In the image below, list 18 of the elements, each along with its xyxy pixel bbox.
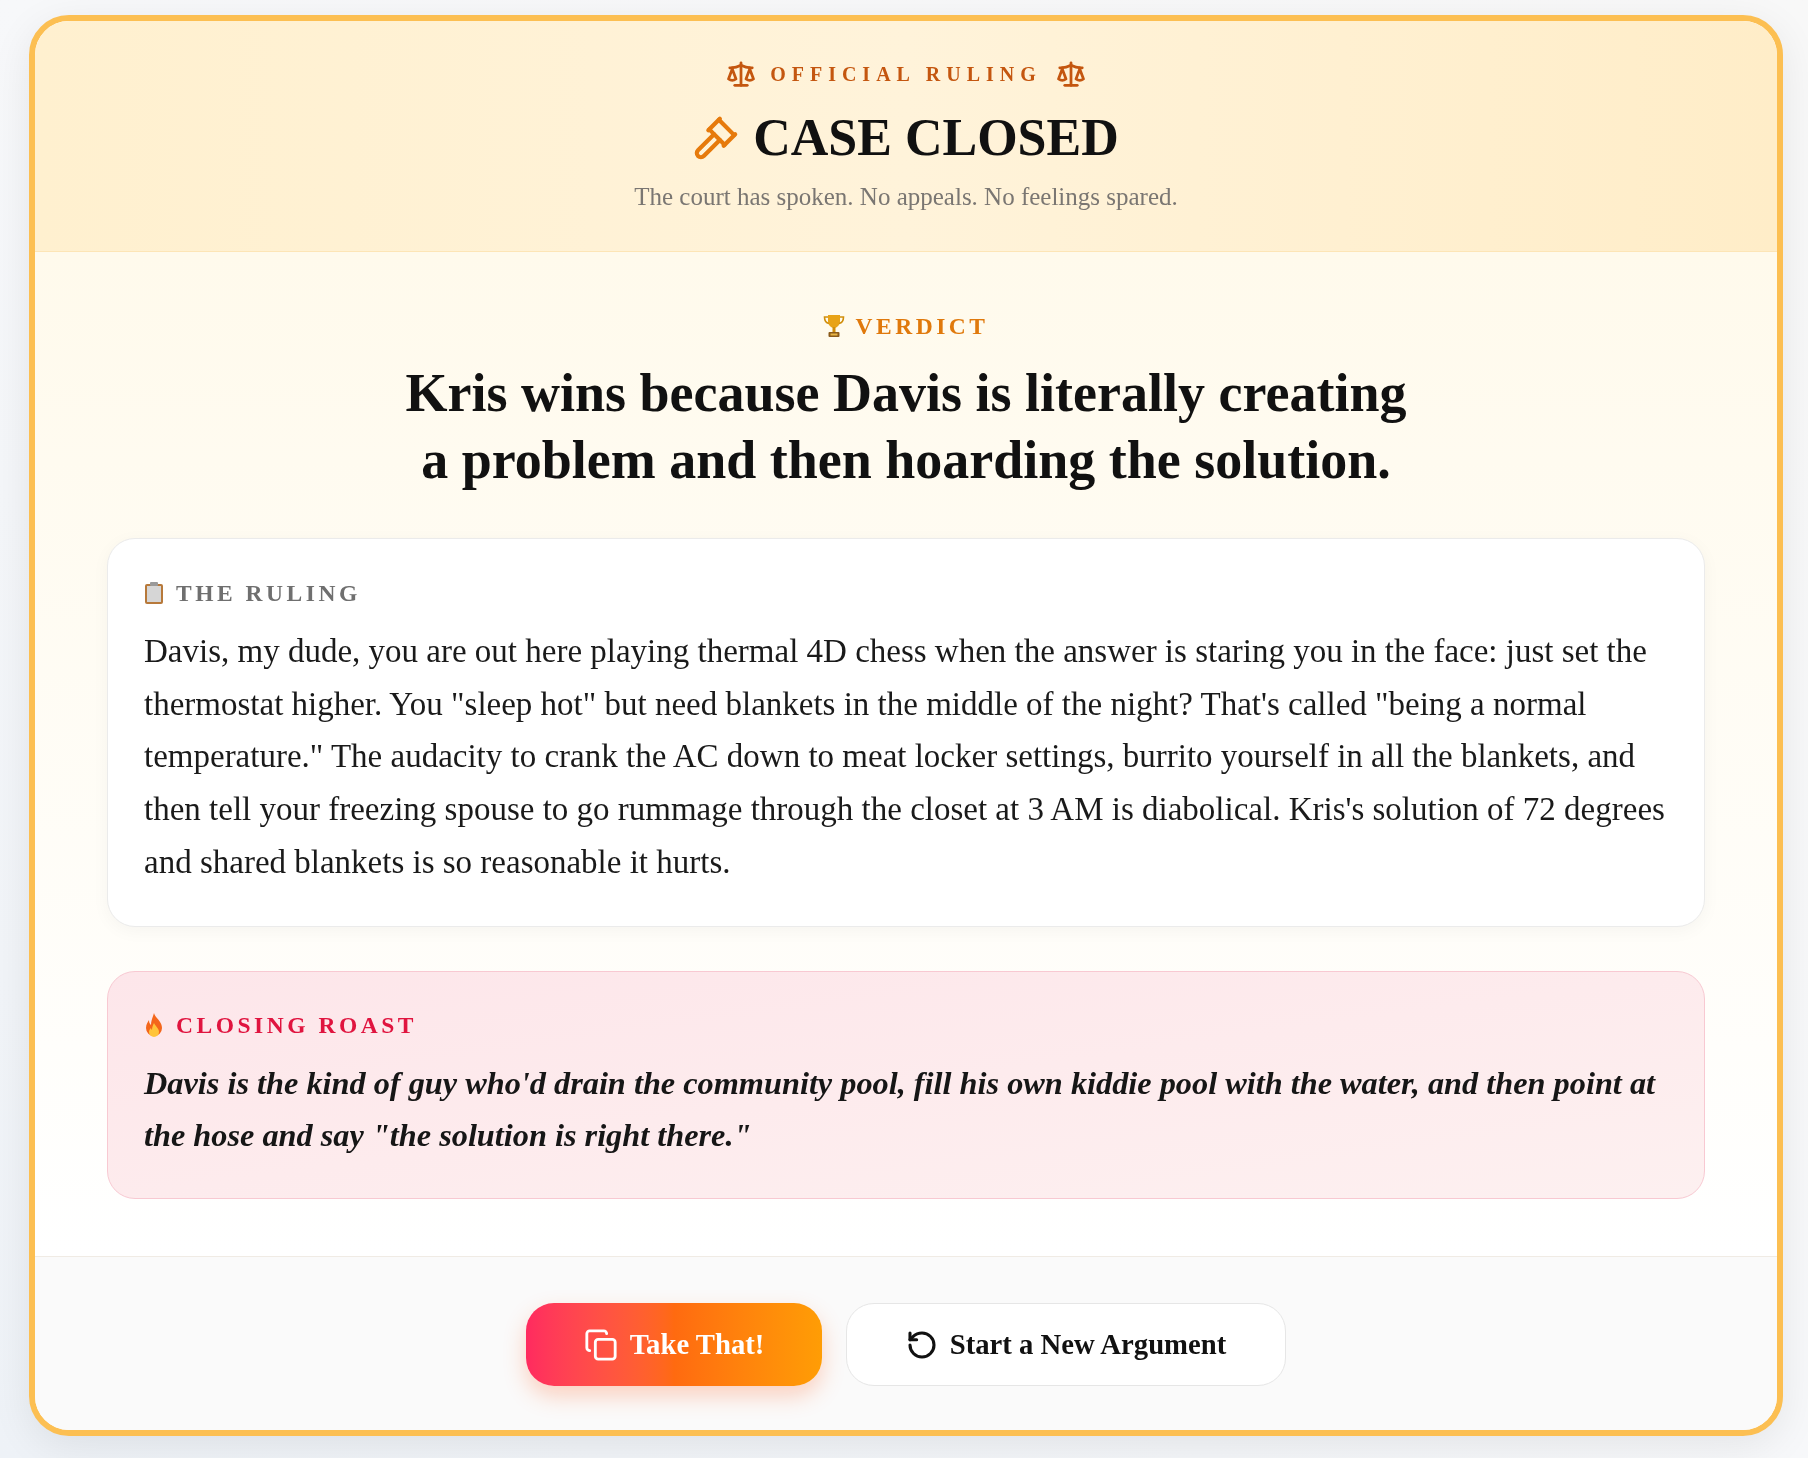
verdict-label: VERDICT	[855, 313, 989, 339]
new-argument-button[interactable]: Start a New Argument	[846, 1303, 1286, 1386]
scales-icon	[726, 59, 757, 89]
scales-icon	[1055, 59, 1086, 89]
eyebrow-label: OFFICIAL RULING	[770, 62, 1042, 86]
copy-icon	[583, 1327, 618, 1362]
restart-icon	[905, 1328, 938, 1361]
page-title: CASE CLOSED	[753, 108, 1119, 168]
section-label: THE RULING	[176, 580, 361, 606]
trophy-icon	[823, 314, 846, 338]
fire-icon	[144, 1012, 164, 1037]
ruling-text: Davis, my dude, you are out here playing thermal 4D chess when the answer is staring you in the face: just set the thermostat higher. You "sleep hot" but need blankets in the middle of the night? That's called "being a normal temperature." The audacity to crank the AC down to meat locker settings, burrito yourself in all the blankets, and then tell your freezing spouse to go rummage through the closet at 3 AM is diabolical. Kris's solution of 72 degrees and shared blankets is so reasonable it hurts.	[144, 632, 1666, 882]
header-subtitle: The court has spoken. No appeals. No feelings spared.	[634, 183, 1178, 211]
verdict-headline: Kris wins because Davis is literally creating a problem and then hoarding the solution.	[404, 362, 1408, 492]
gavel-icon	[693, 115, 740, 161]
roast-text: Davis is the kind of guy who'd drain the community pool, fill his own kiddie pool with the water, and then point at the hose and say "the solution is right there."	[144, 1063, 1657, 1156]
section-label: CLOSING ROAST	[176, 1011, 418, 1038]
clipboard-icon	[144, 581, 164, 605]
